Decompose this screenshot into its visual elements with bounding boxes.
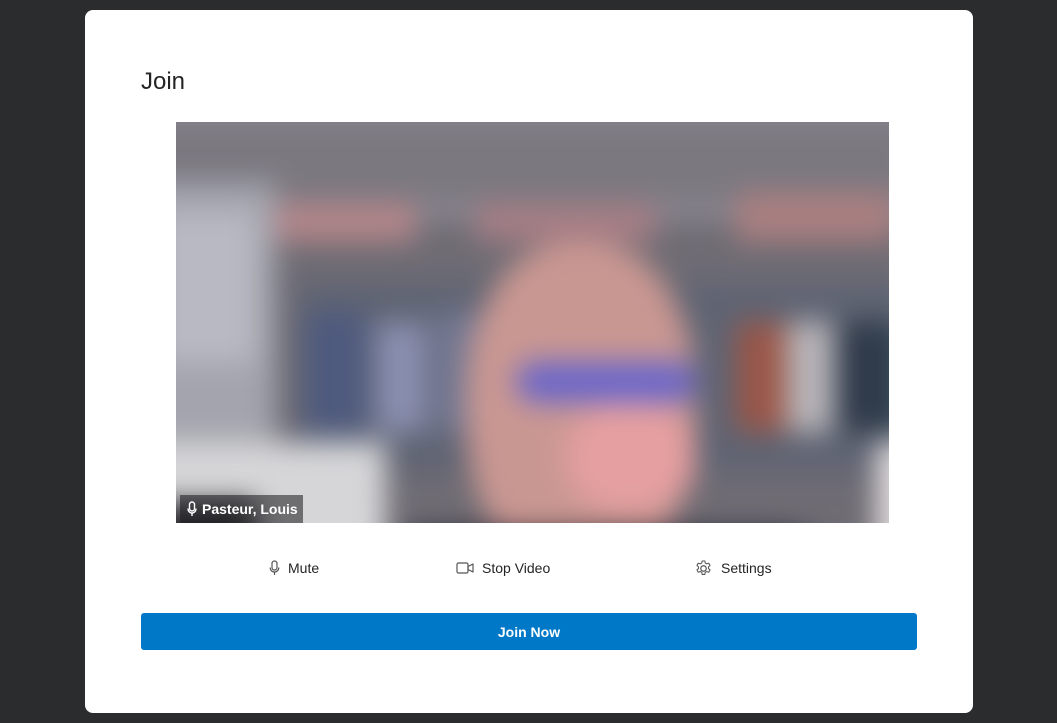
dialog-title: Join: [141, 68, 186, 95]
microphone-icon: [187, 501, 197, 517]
join-now-button[interactable]: Join Now: [141, 613, 917, 650]
stop-video-label: Stop Video: [482, 560, 551, 576]
settings-label: Settings: [721, 560, 772, 576]
mute-button[interactable]: Mute: [269, 557, 319, 579]
microphone-icon: [269, 560, 280, 576]
stop-video-button[interactable]: Stop Video: [456, 557, 550, 579]
video-camera-icon: [456, 561, 474, 575]
settings-button[interactable]: Settings: [694, 557, 772, 579]
blurred-camera-feed: [176, 122, 889, 523]
join-dialog: Join Pasteur, Louis Mute Stop Video Sett…: [85, 10, 973, 713]
video-preview: Pasteur, Louis: [176, 122, 889, 523]
media-controls: Mute Stop Video Settings: [85, 557, 973, 579]
participant-name-tag: Pasteur, Louis: [180, 495, 303, 523]
mute-label: Mute: [288, 560, 320, 576]
participant-name: Pasteur, Louis: [202, 501, 298, 517]
gear-icon: [694, 559, 713, 578]
